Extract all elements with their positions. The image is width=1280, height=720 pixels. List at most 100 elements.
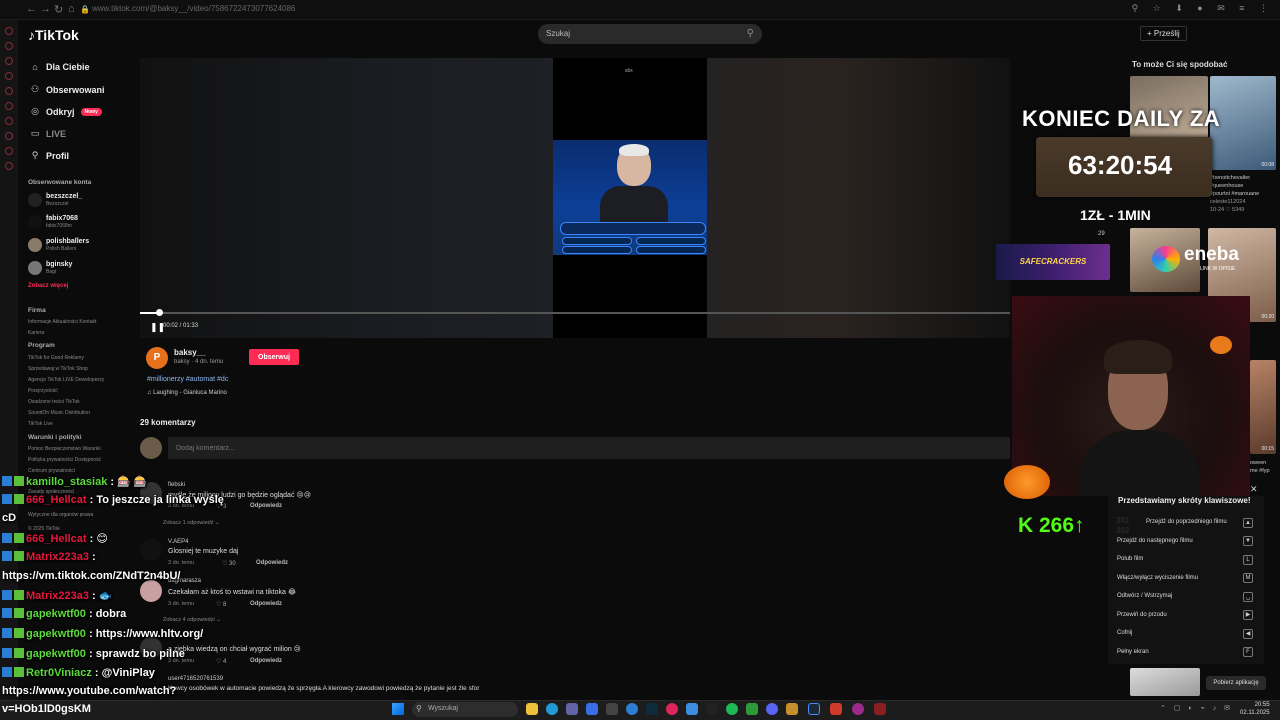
- suggested-video-thumbnail[interactable]: [1130, 668, 1200, 696]
- app-icon[interactable]: [786, 703, 798, 715]
- rail-icon[interactable]: [5, 102, 13, 110]
- reply-button[interactable]: Odpowiedz: [250, 601, 282, 607]
- music-link[interactable]: ♫ Laughing - Gianluca Marino: [147, 390, 227, 396]
- rail-icon[interactable]: [5, 162, 13, 170]
- footer-link[interactable]: TikTok for Good Reklamy: [28, 355, 84, 361]
- sidebar-item-live[interactable]: ▭ LIVE: [30, 128, 66, 139]
- price-per-minute: 1ZŁ - 1MIN: [1080, 207, 1151, 223]
- app-icon[interactable]: [830, 703, 842, 715]
- app-icon[interactable]: [852, 703, 864, 715]
- progress-knob[interactable]: [156, 309, 163, 316]
- forward-icon[interactable]: →: [40, 3, 51, 15]
- comment-user[interactable]: V.AEP4: [168, 539, 188, 545]
- plus-icon: +: [1147, 29, 1154, 38]
- app-icon[interactable]: [746, 703, 758, 715]
- home-icon[interactable]: ⌂: [68, 3, 75, 15]
- comment-likes[interactable]: ♡ 30: [222, 560, 236, 567]
- daily-countdown-title: KONIEC DAILY ZA: [1022, 106, 1221, 131]
- sidebar-item-explore[interactable]: ◎ Odkryj Nowy: [30, 106, 102, 117]
- sidebar-item-for-you[interactable]: ⌂ Dla Ciebie: [30, 62, 89, 72]
- avatar[interactable]: [140, 580, 162, 602]
- opera-icon[interactable]: [666, 703, 678, 715]
- app-icon[interactable]: [706, 703, 718, 715]
- footer-link[interactable]: Osadzone treści TikTok: [28, 399, 80, 405]
- search-icon[interactable]: ⚲: [747, 28, 754, 39]
- teams-icon[interactable]: [566, 703, 578, 715]
- spotify-icon[interactable]: [726, 703, 738, 715]
- footer-link[interactable]: Sprzedawaj w TikTok Shop: [28, 366, 88, 372]
- app-icon[interactable]: [646, 703, 658, 715]
- chrome-icon[interactable]: [626, 703, 638, 715]
- see-more-link[interactable]: Zobacz więcej: [28, 283, 68, 289]
- followed-account[interactable]: fabix7068 fabix7068m: [28, 215, 78, 229]
- comment-likes[interactable]: ♡ 4: [216, 658, 226, 665]
- rail-icon[interactable]: [5, 117, 13, 125]
- rail-icon[interactable]: [5, 132, 13, 140]
- comment-input[interactable]: [168, 437, 1010, 459]
- followed-account[interactable]: polishballers Polish Ballers: [28, 238, 89, 252]
- followed-account[interactable]: bginsky Bagi: [28, 261, 72, 275]
- taskbar-search[interactable]: ⚲ Wyszukaj: [412, 702, 518, 717]
- reply-button[interactable]: Odpowiedz: [250, 658, 282, 664]
- avatar[interactable]: [140, 539, 162, 561]
- rail-icon[interactable]: [5, 72, 13, 80]
- rail-icon[interactable]: [5, 42, 13, 50]
- file-explorer-icon[interactable]: [526, 703, 538, 715]
- address-bar[interactable]: www.tiktok.com/@baksy__/video/7586722473…: [92, 4, 295, 13]
- sidebar-item-following[interactable]: ⚇ Obserwowani: [30, 84, 105, 95]
- browser-extension-icons[interactable]: ⚲ ☆ ⬇ ● ✉ ≡ ⋮: [1132, 3, 1274, 14]
- upload-button[interactable]: + Prześlij: [1140, 26, 1187, 41]
- hashtags[interactable]: #millionerzy #automat #dc: [147, 376, 228, 383]
- author-avatar[interactable]: P: [146, 347, 168, 369]
- search-input[interactable]: Szukaj ⚲: [538, 24, 762, 44]
- author-name[interactable]: baksy__: [174, 348, 206, 357]
- promo-count: 29: [1098, 231, 1105, 237]
- get-app-button[interactable]: Pobierz aplikację: [1206, 676, 1266, 690]
- chat-username: 666_Hellcat: [26, 533, 87, 545]
- app-icon[interactable]: [874, 703, 886, 715]
- footer-link[interactable]: Kariera: [28, 330, 44, 336]
- footer-link[interactable]: Wytyczne dla organów prawa: [28, 512, 93, 518]
- system-tray[interactable]: ⌃ ▢ ◐ ⌁ ♪ ✉: [1160, 704, 1233, 712]
- shortcut-label: Przewiń do przodu: [1117, 612, 1167, 618]
- tiktok-logo[interactable]: ♪TikTok: [28, 27, 79, 43]
- clock[interactable]: 20:55 02.11.2025: [1240, 701, 1270, 717]
- followed-account[interactable]: bezszczel_ Bezszczel: [28, 193, 82, 207]
- edge-icon[interactable]: [546, 703, 558, 715]
- close-icon[interactable]: ✕: [1250, 484, 1258, 495]
- app-icon[interactable]: [606, 703, 618, 715]
- footer-link[interactable]: TikTok Live: [28, 421, 53, 427]
- comment-user[interactable]: user4716520761539: [168, 676, 223, 682]
- rail-icon[interactable]: [5, 87, 13, 95]
- reply-button[interactable]: Odpowiedz: [256, 560, 288, 566]
- suggested-video-thumbnail[interactable]: 00:15: [1250, 360, 1276, 454]
- discord-icon[interactable]: [766, 703, 778, 715]
- reply-button[interactable]: Odpowiedz: [250, 503, 282, 509]
- footer-link[interactable]: Pomoc Bezpieczeństwo Warunki: [28, 446, 101, 452]
- app-icon[interactable]: [686, 703, 698, 715]
- windows-start-icon[interactable]: [392, 703, 404, 715]
- view-replies-link[interactable]: Zobacz 1 odpowiedź ⌄: [163, 520, 220, 526]
- sidebar-item-profile[interactable]: ⚲ Profil: [30, 150, 69, 161]
- rail-icon[interactable]: [5, 57, 13, 65]
- comment-user[interactable]: fiebski: [168, 482, 185, 488]
- footer-link[interactable]: Przejrzystość: [28, 388, 58, 394]
- follow-button[interactable]: Obserwuj: [249, 349, 299, 365]
- store-icon[interactable]: [586, 703, 598, 715]
- footer-link[interactable]: SoundOn Music Distribution: [28, 410, 90, 416]
- view-replies-link[interactable]: Zobacz 4 odpowiedzi ⌄: [163, 617, 221, 623]
- footer-link[interactable]: Informacje Aktualności Kontakt: [28, 319, 96, 325]
- comment-likes[interactable]: ♡ 8: [216, 601, 226, 608]
- suggested-video-desc[interactable]: oween me #fyp: [1250, 459, 1270, 475]
- suggested-video-desc[interactable]: #benoitchevalier #queenhouse #pourtoi #m…: [1210, 174, 1259, 214]
- footer-link[interactable]: Agencje TikTok LIVE Deweloperzy: [28, 377, 104, 383]
- reload-icon[interactable]: ↻: [54, 3, 63, 16]
- progress-track[interactable]: [140, 312, 1010, 314]
- rail-icon[interactable]: [5, 147, 13, 155]
- comment-text: a zjebka wiedzą on chciał wygrać milion …: [168, 646, 301, 653]
- rail-icon[interactable]: [5, 27, 13, 35]
- footer-link[interactable]: Polityka prywatności Dostępność: [28, 457, 101, 463]
- footer-link[interactable]: Centrum prywatności: [28, 468, 75, 474]
- back-icon[interactable]: ←: [26, 3, 37, 15]
- steam-icon[interactable]: [808, 703, 820, 715]
